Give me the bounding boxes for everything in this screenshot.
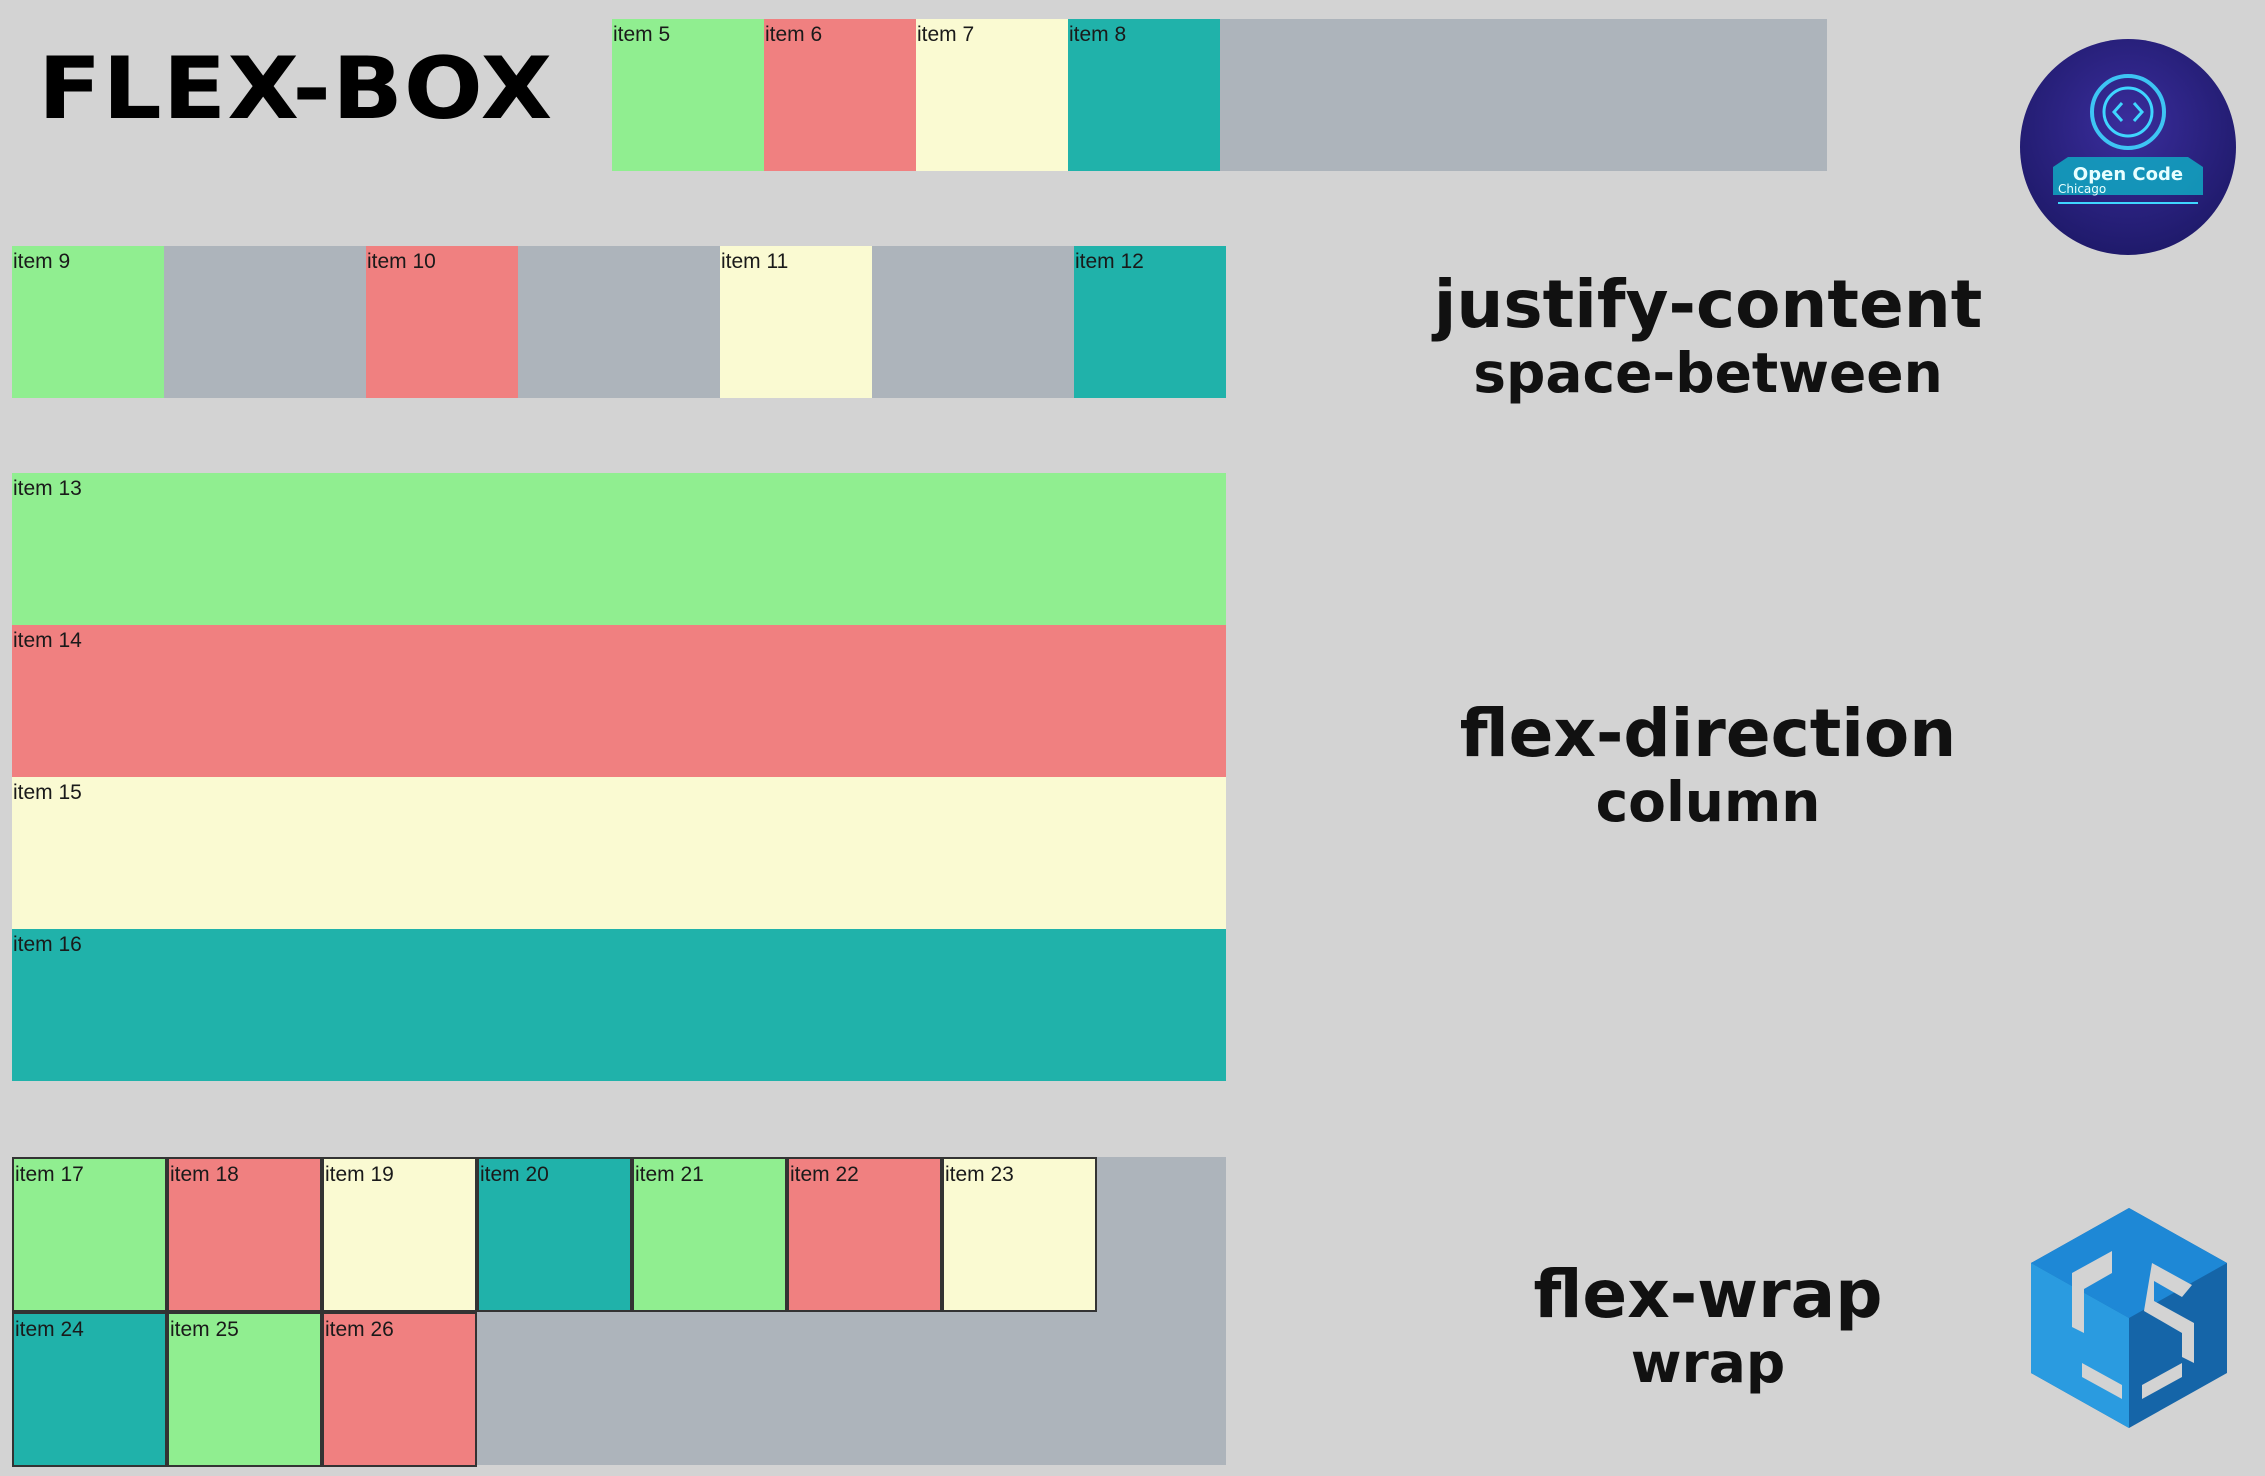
label-sub: column: [1595, 770, 1821, 834]
flex-item: item 23: [942, 1157, 1097, 1312]
flex-item: item 11: [720, 246, 872, 398]
flex-item: item 15: [12, 777, 1226, 929]
flex-wrap-container: item 17 item 18 item 19 item 20 item 21 …: [12, 1157, 1226, 1467]
flex-item: item 24: [12, 1312, 167, 1467]
page-title: FLEX-BOX: [38, 39, 554, 139]
flex-item: item 13: [12, 473, 1226, 625]
flex-item: item 7: [916, 19, 1068, 171]
open-code-logo: Open Code Chicago: [2020, 39, 2236, 255]
flex-row-space-between: item 9 item 10 item 11 item 12: [12, 246, 1226, 398]
flex-item: item 6: [764, 19, 916, 171]
label-justify-content: justify-content space-between: [1358, 272, 2058, 401]
flex-item: item 25: [167, 1312, 322, 1467]
label-sub: wrap: [1630, 1331, 1786, 1395]
flex-item: item 14: [12, 625, 1226, 777]
flex-item: item 18: [167, 1157, 322, 1312]
css-logo: [2031, 1208, 2227, 1428]
label-main: justify-content: [1433, 266, 1983, 343]
flex-item: item 5: [612, 19, 764, 171]
label-flex-wrap: flex-wrap wrap: [1358, 1262, 2058, 1391]
flex-item: item 22: [787, 1157, 942, 1312]
label-main: flex-direction: [1459, 695, 1957, 772]
label-sub: space-between: [1473, 341, 1943, 405]
flex-item: item 8: [1068, 19, 1220, 171]
flex-item: item 19: [322, 1157, 477, 1312]
label-flex-direction: flex-direction column: [1358, 701, 2058, 830]
flex-item: item 9: [12, 246, 164, 398]
flex-item: item 26: [322, 1312, 477, 1467]
flex-item: item 17: [12, 1157, 167, 1312]
flex-column: item 13 item 14 item 15 item 16: [12, 473, 1226, 1081]
flex-row-default: item 5 item 6 item 7 item 8: [612, 19, 1827, 171]
logo-line2: Chicago: [2058, 182, 2106, 196]
flex-item: item 21: [632, 1157, 787, 1312]
label-main: flex-wrap: [1533, 1256, 1883, 1333]
flex-item: item 20: [477, 1157, 632, 1312]
flex-item: item 16: [12, 929, 1226, 1081]
flex-item: item 10: [366, 246, 518, 398]
flex-item: item 12: [1074, 246, 1226, 398]
